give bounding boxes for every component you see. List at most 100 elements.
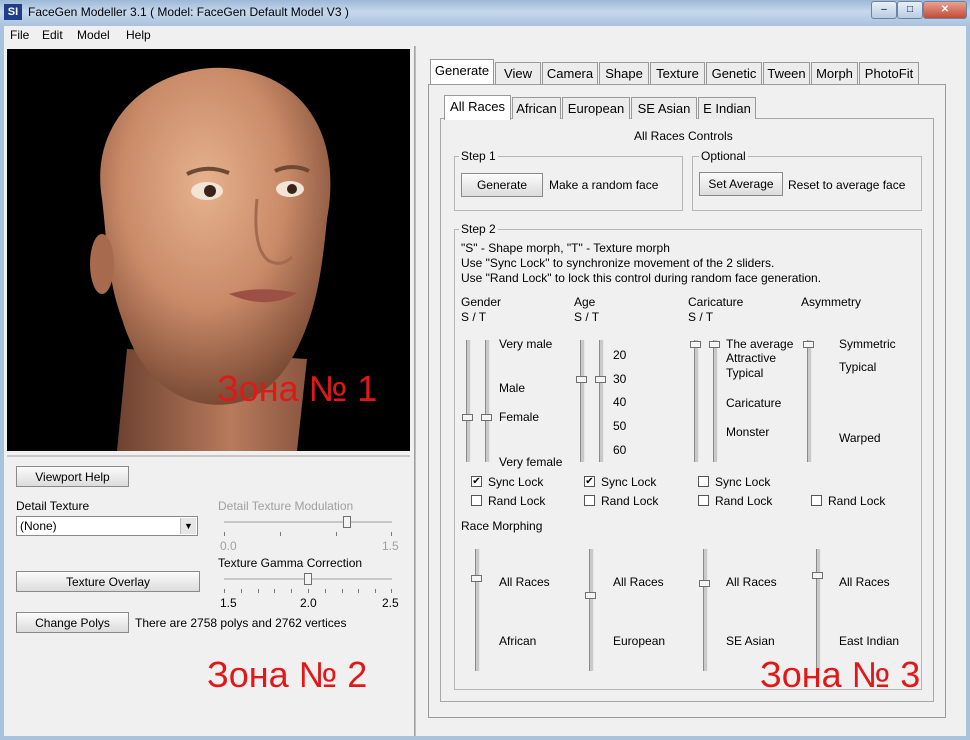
step2-line2: Use "Sync Lock" to synchronize movement … — [461, 256, 775, 270]
race-morph-east-indian-thumb[interactable] — [812, 572, 823, 579]
race-morph-se-asian-track[interactable] — [703, 549, 708, 671]
caricature-label-caricature: Caricature — [726, 396, 782, 410]
asymmetry-rand-lock-checkbox[interactable] — [811, 495, 822, 506]
caricature-rand-lock-label: Rand Lock — [715, 494, 773, 508]
age-shape-thumb[interactable] — [576, 376, 587, 383]
tab-photofit[interactable]: PhotoFit — [859, 62, 919, 84]
menu-help[interactable]: Help — [126, 28, 151, 42]
zone-3-label: Зона № 3 — [760, 654, 921, 695]
optional-title: Optional — [699, 149, 748, 163]
viewport-help-button[interactable]: Viewport Help — [16, 466, 129, 487]
tab-tween[interactable]: Tween — [763, 62, 810, 84]
race-morph-se-asian-thumb[interactable] — [699, 580, 710, 587]
gender-shape-thumb[interactable] — [462, 414, 473, 421]
gender-sync-lock-label: Sync Lock — [488, 475, 544, 489]
gender-sync-lock-checkbox[interactable]: ✔ — [471, 476, 482, 487]
age-st: S / T — [574, 310, 600, 324]
tab-shape[interactable]: Shape — [599, 62, 649, 84]
age-sync-lock-label: Sync Lock — [601, 475, 657, 489]
tab-all-races[interactable]: All Races — [444, 95, 511, 120]
caricature-label-attractive: Attractive — [726, 351, 777, 365]
race-morph-2-bottom: European — [613, 634, 666, 648]
gamma-tick-1: 1.5 — [220, 596, 237, 610]
gamma-label: Texture Gamma Correction — [218, 556, 363, 570]
age-texture-track[interactable] — [599, 340, 604, 462]
detail-modulation-ticks — [224, 532, 392, 536]
race-morph-european-track[interactable] — [589, 549, 594, 671]
race-morph-3-top: All Races — [726, 575, 777, 589]
caricature-texture-thumb[interactable] — [709, 341, 720, 348]
detail-modulation-label: Detail Texture Modulation — [218, 499, 354, 513]
gamma-thumb[interactable] — [304, 573, 312, 585]
race-morph-3-bottom: SE Asian — [726, 634, 775, 648]
age-rand-lock-label: Rand Lock — [601, 494, 659, 508]
caricature-texture-track[interactable] — [713, 340, 718, 462]
age-label-50: 50 — [613, 419, 627, 433]
polys-info: There are 2758 polys and 2762 vertices — [135, 616, 347, 630]
asymmetry-title: Asymmetry — [801, 295, 861, 309]
gender-texture-thumb[interactable] — [481, 414, 492, 421]
texture-overlay-button[interactable]: Texture Overlay — [16, 571, 200, 592]
gender-label-female: Female — [499, 410, 540, 424]
gender-texture-track[interactable] — [485, 340, 490, 462]
gender-rand-lock-checkbox[interactable] — [471, 495, 482, 506]
chevron-down-icon[interactable]: ▼ — [180, 518, 196, 534]
step2-title: Step 2 — [459, 222, 498, 236]
divider — [7, 455, 410, 457]
menu-edit[interactable]: Edit — [42, 28, 63, 42]
tab-texture[interactable]: Texture — [650, 62, 705, 84]
menu-model[interactable]: Model — [77, 28, 110, 42]
window-title: FaceGen Modeller 3.1 ( Model: FaceGen De… — [28, 5, 349, 19]
set-average-button[interactable]: Set Average — [699, 172, 783, 196]
tab-view[interactable]: View — [495, 62, 541, 84]
gender-rand-lock-label: Rand Lock — [488, 494, 546, 508]
gender-shape-track[interactable] — [466, 340, 471, 462]
asymmetry-label-typical: Typical — [839, 360, 877, 374]
tab-camera[interactable]: Camera — [542, 62, 598, 84]
controls-title: All Races Controls — [634, 129, 733, 143]
tab-morph[interactable]: Morph — [811, 62, 858, 84]
close-button[interactable]: ✕ — [923, 1, 967, 19]
asymmetry-label-warped: Warped — [839, 431, 881, 445]
age-texture-thumb[interactable] — [595, 376, 606, 383]
detail-texture-select[interactable]: (None) ▼ — [16, 516, 198, 536]
check-icon: ✔ — [472, 476, 481, 487]
age-sync-lock-checkbox[interactable]: ✔ — [584, 476, 595, 487]
caricature-title: Caricature — [688, 295, 744, 309]
maximize-button[interactable]: □ — [897, 1, 923, 19]
age-rand-lock-checkbox[interactable] — [584, 495, 595, 506]
tab-se-asian[interactable]: SE Asian — [631, 97, 697, 119]
age-label-20: 20 — [613, 348, 627, 362]
race-morph-european-thumb[interactable] — [585, 592, 596, 599]
change-polys-button[interactable]: Change Polys — [16, 612, 129, 633]
caricature-rand-lock-checkbox[interactable] — [698, 495, 709, 506]
race-morph-african-track[interactable] — [475, 549, 480, 671]
gender-label-very-male: Very male — [499, 337, 553, 351]
age-title: Age — [574, 295, 596, 309]
race-morph-african-thumb[interactable] — [471, 575, 482, 582]
detail-modulation-thumb[interactable] — [343, 516, 352, 528]
title-bar: SI FaceGen Modeller 3.1 ( Model: FaceGen… — [0, 0, 970, 26]
age-shape-track[interactable] — [580, 340, 585, 462]
zone-1-label: Зона № 1 — [217, 368, 378, 409]
tab-generate[interactable]: Generate — [430, 59, 494, 84]
caricature-shape-track[interactable] — [694, 340, 699, 462]
tab-european[interactable]: European — [562, 97, 630, 119]
menu-file[interactable]: File — [10, 28, 29, 42]
minimize-button[interactable]: – — [871, 1, 897, 19]
detail-modulation-track[interactable] — [224, 521, 392, 523]
caricature-shape-thumb[interactable] — [690, 341, 701, 348]
asymmetry-track[interactable] — [807, 340, 812, 462]
generate-button[interactable]: Generate — [461, 173, 543, 197]
caricature-sync-lock-checkbox[interactable] — [698, 476, 709, 487]
check-icon: ✔ — [585, 476, 594, 487]
race-morph-1-bottom: African — [499, 634, 537, 648]
tab-african[interactable]: African — [512, 97, 561, 119]
tab-genetic[interactable]: Genetic — [706, 62, 762, 84]
asymmetry-thumb[interactable] — [803, 341, 814, 348]
tab-e-indian[interactable]: E Indian — [698, 97, 756, 119]
race-morph-east-indian-track[interactable] — [816, 549, 821, 671]
detail-texture-label: Detail Texture — [16, 499, 90, 513]
caricature-label-monster: Monster — [726, 425, 770, 439]
caricature-label-average: The average — [726, 337, 794, 351]
